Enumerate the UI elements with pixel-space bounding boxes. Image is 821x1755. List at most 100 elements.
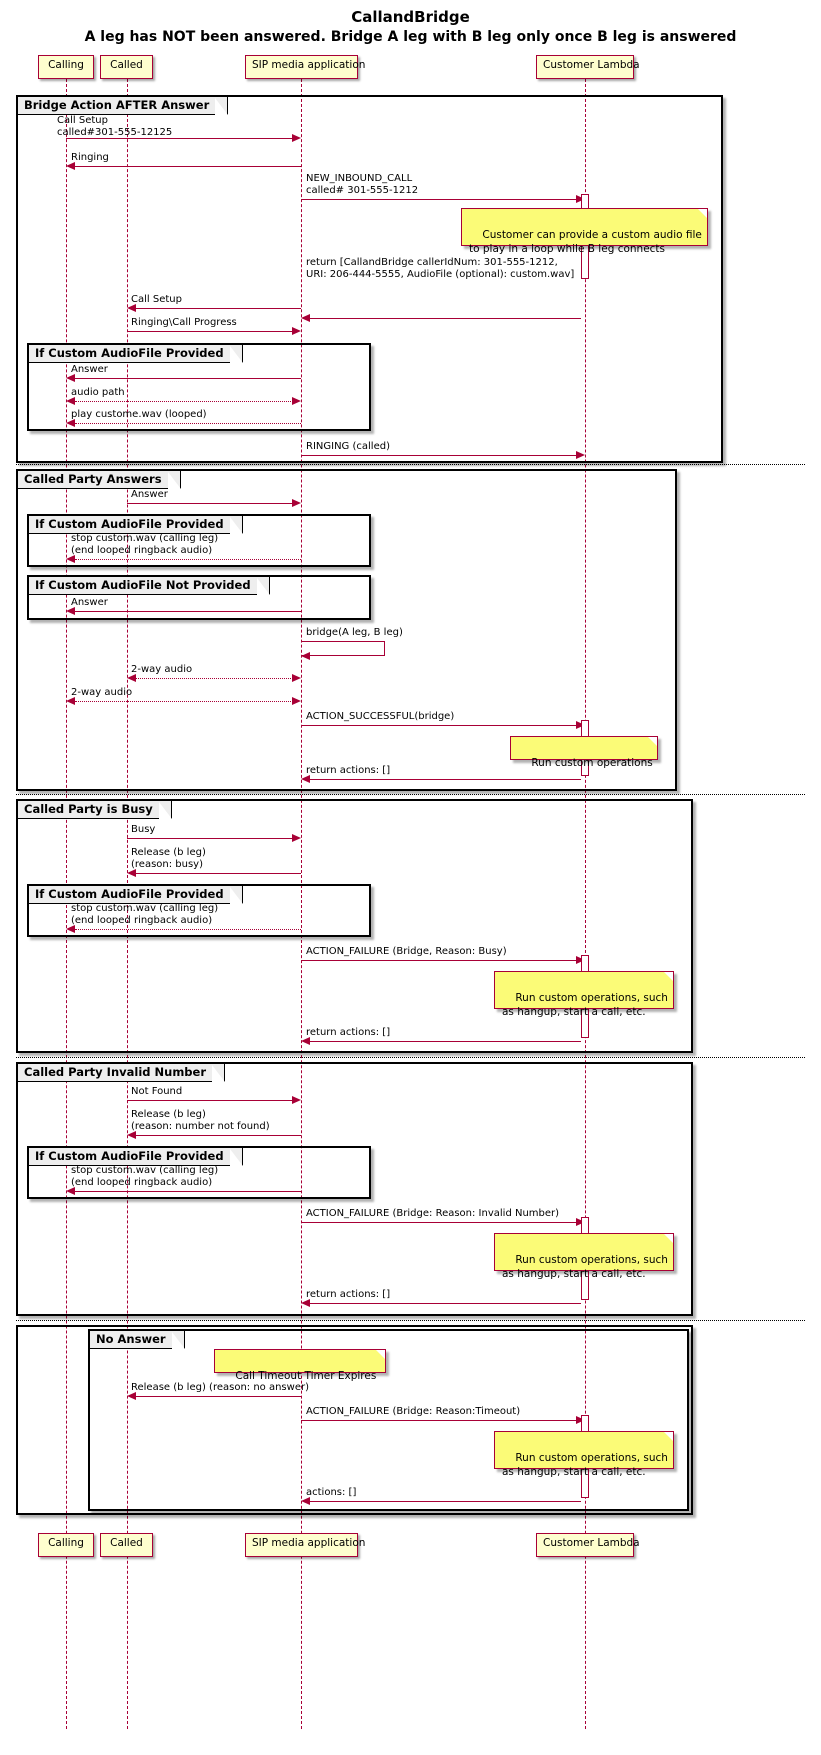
- message-label-bridge-self: bridge(A leg, B leg): [306, 627, 403, 638]
- arrowhead-bridge-self: [301, 651, 310, 660]
- arrowhead-stop-custom-1: [66, 554, 75, 563]
- participant-called-top[interactable]: Called: [100, 55, 153, 79]
- arrowhead-busy: [292, 833, 301, 842]
- participant-lambda-bottom[interactable]: Customer Lambda: [536, 1533, 640, 1557]
- message-stop-custom-1: [75, 559, 301, 560]
- note-run-custom-operations-such-1-text: Run custom operations, such as hangup, s…: [502, 992, 668, 1018]
- message-label-ringing-called: RINGING (called): [306, 441, 390, 452]
- note-run-custom-operations-such-2-text: Run custom operations, such as hangup, s…: [502, 1254, 668, 1280]
- group-label-custom-audiofile-provided-4: If Custom AudioFile Provided: [29, 1148, 243, 1166]
- participant-calling-top[interactable]: Calling: [38, 55, 94, 79]
- message-label-return-callandbridge: return [CallandBridge callerIdNum: 301-5…: [306, 257, 575, 280]
- note-fold-icon: [664, 1234, 673, 1243]
- message-actions-empty: [310, 1501, 581, 1502]
- arrowhead-audio-path-right: [292, 396, 301, 405]
- participant-sip-top[interactable]: SIP media application: [245, 55, 365, 79]
- message-answer-3: [75, 611, 301, 612]
- group-label-custom-audiofile-not-provided: If Custom AudioFile Not Provided: [29, 577, 270, 595]
- message-label-release-busy: Release (b leg) (reason: busy): [131, 847, 206, 870]
- message-label-return-actions-3: return actions: []: [306, 1289, 391, 1300]
- divider-4: [16, 1320, 805, 1321]
- message-call-setup-out: [136, 308, 301, 309]
- group-label-custom-audiofile-provided-2: If Custom AudioFile Provided: [29, 516, 243, 534]
- message-label-answer-3: Answer: [71, 597, 108, 608]
- arrowhead-audio-path-left: [66, 396, 75, 405]
- message-label-stop-custom-1: stop custom.wav (calling leg) (end loope…: [71, 533, 219, 556]
- group-label-custom-audiofile-provided-1: If Custom AudioFile Provided: [29, 345, 243, 363]
- arrowhead-stop-custom-3: [66, 1186, 75, 1195]
- group-label-called-party-busy: Called Party is Busy: [18, 801, 172, 819]
- message-audio-path: [75, 401, 293, 402]
- message-action-successful: [301, 725, 577, 726]
- message-answer-1: [75, 378, 301, 379]
- note-call-timeout-timer-text: Call Timeout Timer Expires: [235, 1370, 377, 1382]
- arrowhead-answer-3: [66, 606, 75, 615]
- participant-called-bottom[interactable]: Called: [100, 1533, 153, 1557]
- note-fold-icon: [698, 209, 707, 218]
- arrowhead-play-custom-looped: [66, 418, 75, 427]
- arrowhead-two-way-audio-a-right: [292, 696, 301, 705]
- message-action-failure-invalid: [301, 1222, 577, 1223]
- message-label-action-successful: ACTION_SUCCESSFUL(bridge): [306, 711, 455, 722]
- note-fold-icon: [664, 972, 673, 981]
- participant-calling-bottom[interactable]: Calling: [38, 1533, 94, 1557]
- message-label-stop-custom-3: stop custom.wav (calling leg) (end loope…: [71, 1165, 219, 1188]
- arrowhead-ringing-called: [576, 450, 585, 459]
- message-label-play-custom-looped: play custome.wav (looped): [71, 409, 207, 420]
- message-new-inbound-call: [301, 199, 577, 200]
- message-label-release-not-found: Release (b leg) (reason: number not foun…: [131, 1109, 270, 1132]
- participant-lambda-top[interactable]: Customer Lambda: [536, 55, 640, 79]
- message-label-call-setup-out: Call Setup: [131, 294, 182, 305]
- message-play-custom-looped: [75, 423, 301, 424]
- note-custom-audio-file: Customer can provide a custom audio file…: [461, 208, 708, 255]
- group-label-called-party-answers: Called Party Answers: [18, 471, 181, 489]
- message-answer-2: [127, 503, 293, 504]
- note-run-custom-operations-such-3: Run custom operations, such as hangup, s…: [494, 1431, 674, 1478]
- arrowhead-two-way-audio-b-left: [127, 673, 136, 682]
- message-label-two-way-audio-b: 2-way audio: [131, 664, 193, 675]
- arrowhead-return-callandbridge: [301, 313, 310, 322]
- message-return-actions-2: [310, 1041, 581, 1042]
- note-call-timeout-timer: Call Timeout Timer Expires: [214, 1349, 386, 1382]
- message-release-not-found: [136, 1135, 301, 1136]
- divider-2: [16, 794, 805, 795]
- arrowhead-return-actions-3: [301, 1298, 310, 1307]
- arrowhead-ringing-call-progress: [292, 326, 301, 335]
- message-label-release-no-answer: Release (b leg) (reason: no answer): [131, 1382, 309, 1393]
- message-label-action-failure-invalid: ACTION_FAILURE (Bridge: Reason: Invalid …: [306, 1208, 560, 1219]
- message-label-action-failure-timeout: ACTION_FAILURE (Bridge: Reason:Timeout): [306, 1406, 521, 1417]
- message-label-return-actions-2: return actions: []: [306, 1027, 391, 1038]
- diagram-title: CallandBridge: [351, 8, 470, 26]
- message-two-way-audio-b: [136, 678, 293, 679]
- arrowhead-call-setup-out: [127, 303, 136, 312]
- group-label-no-answer: No Answer: [90, 1331, 185, 1349]
- message-label-call-setup-in: Call Setup called#301-555-12125: [57, 115, 173, 138]
- participant-sip-bottom[interactable]: SIP media application: [245, 1533, 365, 1557]
- arrowhead-answer-1: [66, 373, 75, 382]
- message-label-not-found: Not Found: [131, 1086, 183, 1097]
- arrowhead-release-no-answer: [127, 1391, 136, 1400]
- message-not-found: [127, 1100, 293, 1101]
- message-action-failure-timeout: [301, 1420, 577, 1421]
- group-label-bridge-action-after-answer: Bridge Action AFTER Answer: [18, 97, 229, 115]
- arrowhead-stop-custom-2: [66, 924, 75, 933]
- diagram-subtitle: A leg has NOT been answered. Bridge A le…: [84, 29, 737, 45]
- arrowhead-two-way-audio-b-right: [292, 673, 301, 682]
- message-release-busy: [136, 873, 301, 874]
- arrowhead-call-setup-in: [292, 133, 301, 142]
- arrowhead-release-busy: [127, 868, 136, 877]
- message-ringing-called: [301, 455, 577, 456]
- message-label-audio-path: audio path: [71, 387, 125, 398]
- note-run-custom-operations-such-2: Run custom operations, such as hangup, s…: [494, 1233, 674, 1280]
- message-stop-custom-3: [75, 1191, 301, 1192]
- group-label-called-party-invalid-number: Called Party Invalid Number: [18, 1064, 226, 1082]
- message-ringing-call-progress: [127, 331, 293, 332]
- message-two-way-audio-a: [75, 701, 293, 702]
- message-release-no-answer: [136, 1396, 301, 1397]
- message-label-actions-empty: actions: []: [306, 1487, 357, 1498]
- note-fold-icon: [664, 1432, 673, 1441]
- arrowhead-not-found: [292, 1095, 301, 1104]
- note-fold-icon: [376, 1350, 385, 1359]
- message-label-answer-1: Answer: [71, 364, 108, 375]
- arrowhead-two-way-audio-a-left: [66, 696, 75, 705]
